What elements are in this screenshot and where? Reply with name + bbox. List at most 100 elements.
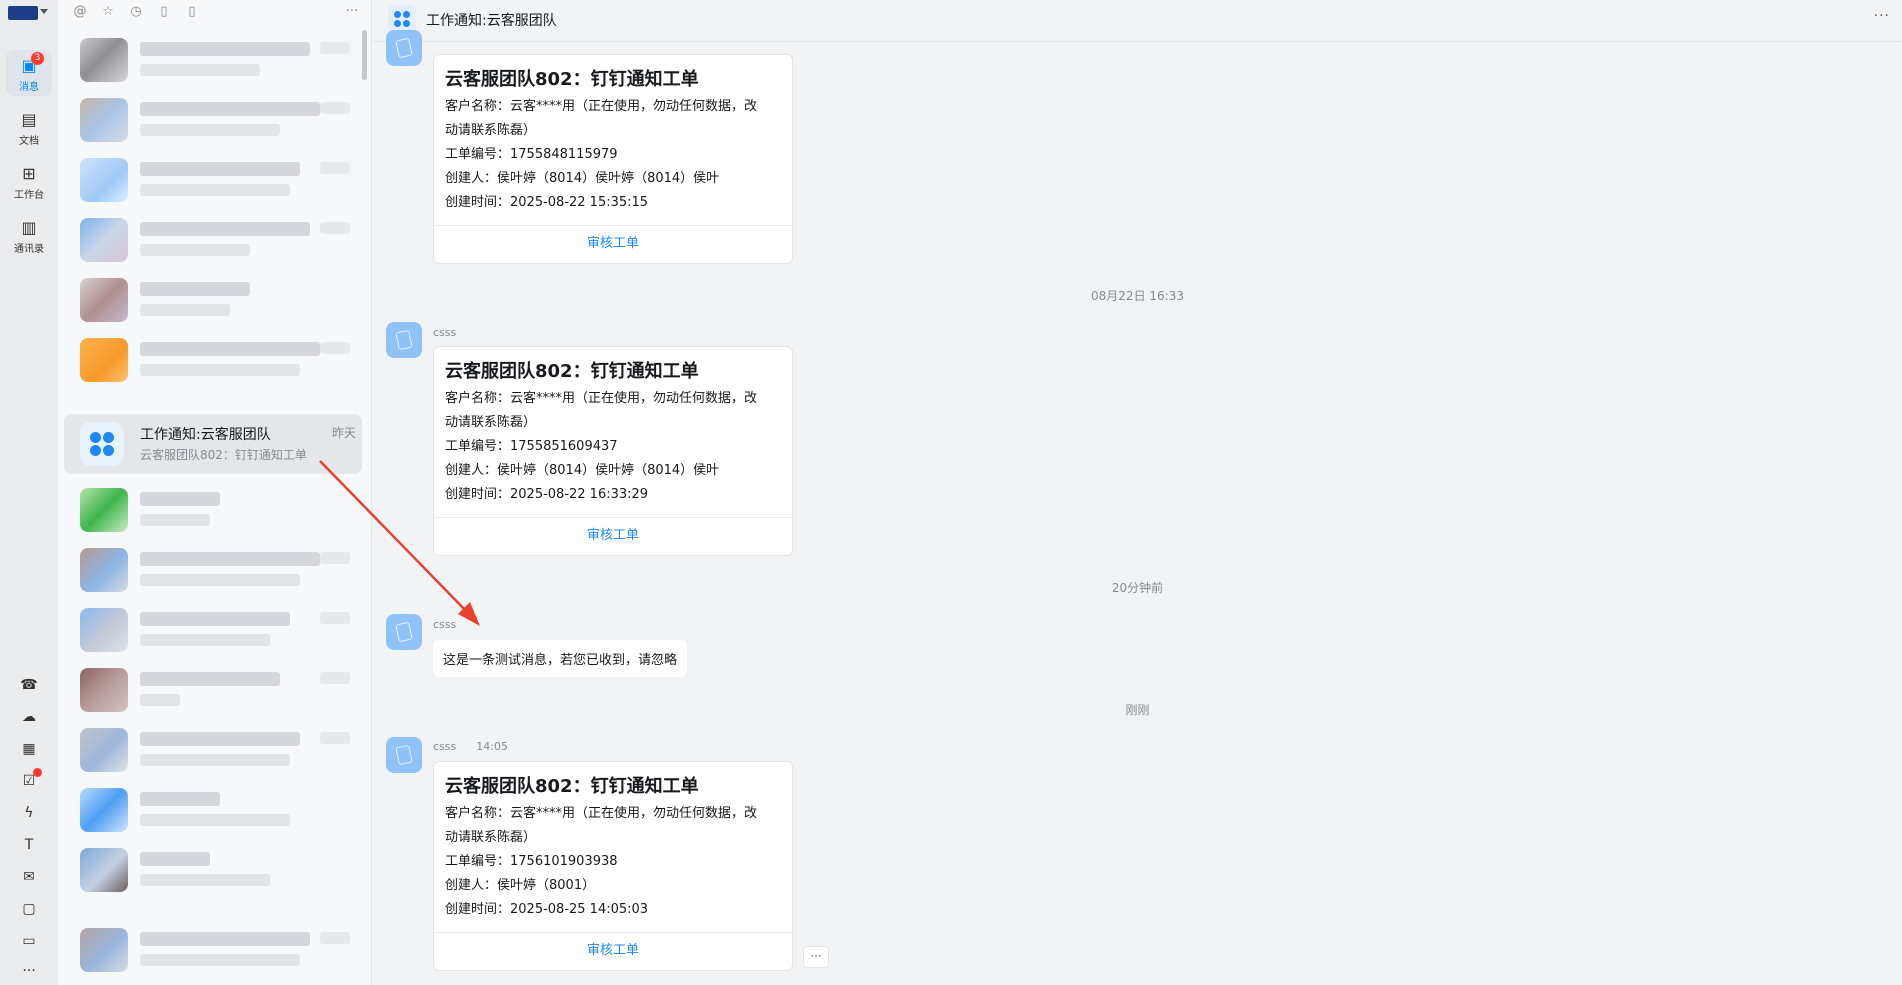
rail-item-label: 消息 — [19, 82, 39, 93]
sender-avatar[interactable] — [386, 614, 422, 650]
work-notice-avatar[interactable] — [388, 5, 416, 33]
avatar — [80, 728, 128, 772]
timestamp: 08月22日 16:33 — [1091, 289, 1184, 303]
todo-badge — [33, 768, 42, 777]
list-item[interactable] — [64, 540, 362, 600]
work-notice-avatar — [80, 422, 124, 466]
phone-icon: ☎ — [20, 677, 38, 693]
list-item[interactable] — [64, 660, 362, 720]
avatar — [80, 98, 128, 142]
org-logo[interactable] — [8, 6, 48, 20]
more-icon[interactable]: ··· — [344, 4, 360, 20]
lightning-icon: ϟ — [24, 805, 34, 821]
list-item[interactable] — [64, 600, 362, 660]
list-item[interactable] — [64, 210, 362, 270]
timestamp: 20分钟前 — [1111, 581, 1164, 595]
rail-item-label: 工作台 — [14, 190, 44, 201]
card-body: 客户名称：云客****用（正在使用，勿动任何数据，改 动请联系陈磊） 工单编号：… — [434, 387, 792, 517]
card-line: 创建人：侯叶婷（8001） — [445, 878, 596, 893]
todo-button[interactable]: ☑ — [0, 768, 58, 791]
list-item[interactable] — [64, 720, 362, 780]
card-body: 客户名称：云客****用（正在使用，勿动任何数据，改 动请联系陈磊） 工单编号：… — [434, 802, 792, 932]
rail-item-label: 文档 — [19, 136, 39, 147]
list-item[interactable] — [64, 840, 362, 900]
avatar — [80, 548, 128, 592]
lightning-button[interactable]: ϟ — [0, 802, 58, 823]
folder-button[interactable]: ▭ — [0, 930, 58, 951]
mail-icon: ✉ — [23, 869, 35, 885]
avatar — [80, 928, 128, 972]
more-button[interactable]: ··· — [0, 960, 58, 981]
scrollbar[interactable] — [362, 30, 367, 80]
session-title: 工作通知:云客服团队 — [140, 427, 271, 443]
list-item[interactable] — [64, 920, 362, 980]
card-line: 客户名称：云客****用（正在使用，勿动任何数据，改 — [445, 806, 758, 821]
timestamp: 刚刚 — [1125, 703, 1150, 717]
session-toolbar: @ ☆ ◷ ▯ ▯ ··· — [58, 0, 372, 28]
work-order-card: 云客服团队802：钉钉通知工单 客户名称：云客****用（正在使用，勿动任何数据… — [433, 761, 793, 971]
phone-button[interactable]: ☎ — [0, 674, 58, 695]
review-order-button[interactable]: 审核工单 — [434, 517, 792, 555]
star-icon[interactable]: ☆ — [100, 4, 116, 20]
message-time: 14:05 — [476, 740, 508, 753]
card-line: 客户名称：云客****用（正在使用，勿动任何数据，改 — [445, 99, 758, 114]
mention-icon[interactable]: @ — [72, 4, 88, 20]
card-title: 云客服团队802：钉钉通知工单 — [445, 69, 699, 90]
sender-avatar[interactable] — [386, 322, 422, 358]
contacts-icon: ▥ — [21, 218, 37, 237]
file-icon[interactable]: ▯ — [184, 4, 200, 20]
more-icon: ··· — [22, 963, 36, 979]
card-line: 创建人：侯叶婷（8014）侯叶婷（8014）侯叶 — [445, 463, 720, 478]
card-line: 动请联系陈磊） — [445, 123, 537, 138]
review-order-button[interactable]: 审核工单 — [434, 225, 792, 263]
list-item[interactable] — [64, 330, 362, 390]
nav-rail: ▣ 3 消息 ▤ 文档 ⊞ 工作台 ▥ 通讯录 ☎ ☁ ▦ ☑ ϟ T ✉ ▢ … — [0, 0, 58, 985]
sender-avatar[interactable] — [386, 30, 422, 66]
avatar — [80, 158, 128, 202]
sender-name: csss — [433, 618, 457, 631]
chat-title[interactable]: 工作通知:云客服团队 — [426, 10, 557, 30]
calendar-button[interactable]: ▦ — [0, 738, 58, 759]
bookmark-icon[interactable]: ▯ — [156, 4, 172, 20]
session-time: 昨天 — [331, 426, 356, 440]
list-item[interactable] — [64, 780, 362, 840]
text-tool-button[interactable]: T — [0, 834, 58, 855]
session-item-work-notice[interactable]: 工作通知:云客服团队 云客服团队802：钉钉通知工单 昨天 — [64, 414, 362, 474]
mail-button[interactable]: ✉ — [0, 866, 58, 887]
rail-item-docs[interactable]: ▤ 文档 — [6, 104, 52, 150]
todo-icon: ☑ — [19, 768, 42, 791]
text-message[interactable]: 这是一条测试消息，若您已收到，请忽略 — [433, 640, 688, 677]
session-list: @ ☆ ◷ ▯ ▯ ··· 工作通知:云客服团队 云客服团队802：钉钉通知工单… — [58, 0, 372, 985]
sender-avatar[interactable] — [386, 737, 422, 773]
avatar — [80, 218, 128, 262]
cloud-button[interactable]: ☁ — [0, 706, 58, 727]
card-title: 云客服团队802：钉钉通知工单 — [445, 361, 699, 382]
more-icon[interactable]: ··· — [1874, 8, 1890, 24]
rail-item-workbench[interactable]: ⊞ 工作台 — [6, 158, 52, 204]
card-line: 动请联系陈磊） — [445, 415, 537, 430]
grid-icon: ⊞ — [22, 164, 36, 183]
avatar — [80, 848, 128, 892]
card-line: 动请联系陈磊） — [445, 830, 537, 845]
avatar — [80, 488, 128, 532]
dingtalk-window: ▣ 3 消息 ▤ 文档 ⊞ 工作台 ▥ 通讯录 ☎ ☁ ▦ ☑ ϟ T ✉ ▢ … — [0, 0, 1902, 985]
card-line: 创建时间：2025-08-22 15:35:15 — [445, 195, 649, 210]
list-item[interactable] — [64, 270, 362, 330]
list-item[interactable] — [64, 30, 362, 90]
message-more-button[interactable]: ··· — [803, 946, 829, 968]
card-line: 创建时间：2025-08-22 16:33:29 — [445, 487, 649, 502]
review-order-button[interactable]: 审核工单 — [434, 932, 792, 970]
list-item[interactable] — [64, 150, 362, 210]
list-item[interactable] — [64, 480, 362, 540]
cloud-icon: ☁ — [22, 709, 36, 725]
clock-icon[interactable]: ◷ — [128, 4, 144, 20]
list-item[interactable] — [64, 90, 362, 150]
document-icon: ▤ — [21, 110, 37, 129]
rail-item-contacts[interactable]: ▥ 通讯录 — [6, 212, 52, 258]
rail-item-messages[interactable]: ▣ 3 消息 — [6, 50, 52, 96]
card-line: 创建人：侯叶婷（8014）侯叶婷（8014）侯叶 — [445, 171, 720, 186]
chat-pane: 工作通知:云客服团队 ··· 云客服团队802：钉钉通知工单 客户名称：云客**… — [373, 0, 1902, 985]
card-title: 云客服团队802：钉钉通知工单 — [445, 776, 699, 797]
notes-button[interactable]: ▢ — [0, 898, 58, 919]
card-line: 创建时间：2025-08-25 14:05:03 — [445, 902, 649, 917]
